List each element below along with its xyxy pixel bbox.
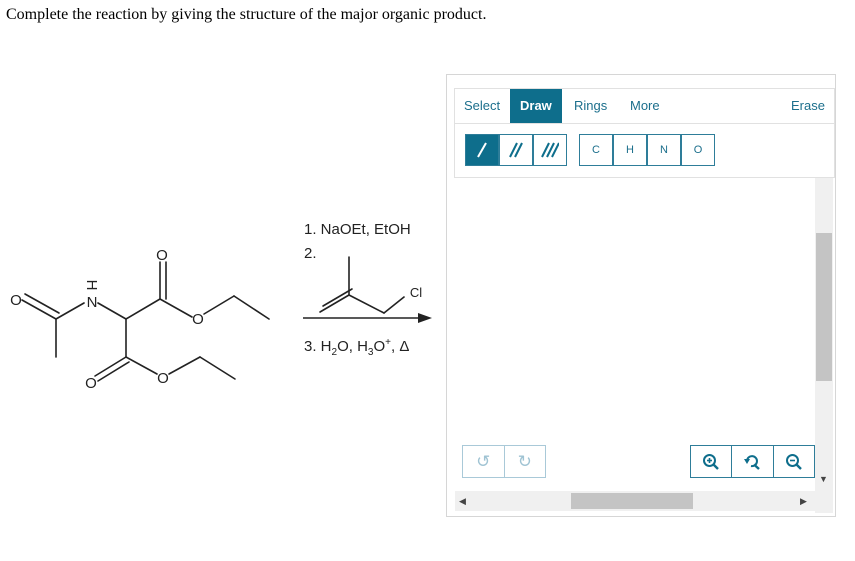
triple-bond-button[interactable] — [533, 134, 567, 166]
atom-label-cl: Cl — [410, 285, 422, 300]
atom-label-o: O — [10, 292, 22, 309]
reagent-structure — [319, 256, 405, 314]
zoom-out-icon — [785, 453, 802, 470]
tab-rings[interactable]: Rings — [574, 89, 607, 123]
scroll-down-arrow-icon[interactable]: ▼ — [819, 474, 828, 484]
triple-bond-icon — [541, 142, 559, 158]
atom-label-o: O — [85, 375, 97, 392]
erase-button[interactable]: Erase — [791, 89, 825, 123]
atom-label-o: O — [156, 247, 168, 264]
single-bond-icon — [477, 142, 487, 158]
atom-label-o: O — [192, 311, 204, 328]
horizontal-scrollbar[interactable]: ◀ ▶ — [455, 491, 815, 511]
vertical-scrollbar[interactable]: ▼ — [815, 178, 833, 513]
reaction-arrow — [303, 313, 432, 323]
horizontal-scroll-thumb[interactable] — [571, 493, 693, 509]
tab-select[interactable]: Select — [464, 89, 500, 123]
atom-button-n[interactable]: N — [647, 134, 681, 166]
tab-draw[interactable]: Draw — [510, 89, 562, 123]
bond-atom-bar: C H N O — [454, 124, 835, 178]
redo-icon: ↻ — [517, 451, 532, 471]
atom-button-o[interactable]: O — [681, 134, 715, 166]
condition-step-1: 1. NaOEt, EtOH — [304, 221, 411, 238]
condition-step-3: 3. H2O, H3O+, Δ — [304, 337, 410, 358]
atom-button-c[interactable]: C — [579, 134, 613, 166]
tab-more[interactable]: More — [630, 89, 660, 123]
zoom-reset-button[interactable] — [731, 446, 772, 477]
structure-editor: Select Draw Rings More Erase C H N O ▼ ◀… — [446, 74, 836, 517]
condition-step-2: 2. — [304, 245, 317, 262]
zoom-in-icon — [703, 453, 720, 470]
atom-label-h: H — [83, 280, 100, 291]
atom-label-o: O — [157, 370, 169, 387]
double-bond-button[interactable] — [499, 134, 533, 166]
zoom-reset-icon — [744, 454, 761, 470]
undo-button[interactable]: ↺ — [463, 446, 504, 477]
zoom-out-button[interactable] — [772, 446, 814, 477]
double-bond-icon — [509, 142, 523, 158]
undo-icon: ↺ — [476, 451, 491, 471]
atom-label-n: N — [87, 294, 98, 311]
redo-button[interactable]: ↻ — [503, 446, 546, 477]
single-bond-button[interactable] — [465, 134, 499, 166]
scroll-left-arrow-icon[interactable]: ◀ — [459, 496, 466, 507]
editor-toolbar: Select Draw Rings More Erase — [454, 88, 835, 124]
scroll-right-arrow-icon[interactable]: ▶ — [800, 496, 807, 507]
zoom-in-button[interactable] — [691, 446, 731, 477]
vertical-scroll-thumb[interactable] — [816, 233, 832, 381]
zoom-group — [690, 445, 815, 478]
atom-button-h[interactable]: H — [613, 134, 647, 166]
undo-redo-group: ↺ ↻ — [462, 445, 546, 478]
